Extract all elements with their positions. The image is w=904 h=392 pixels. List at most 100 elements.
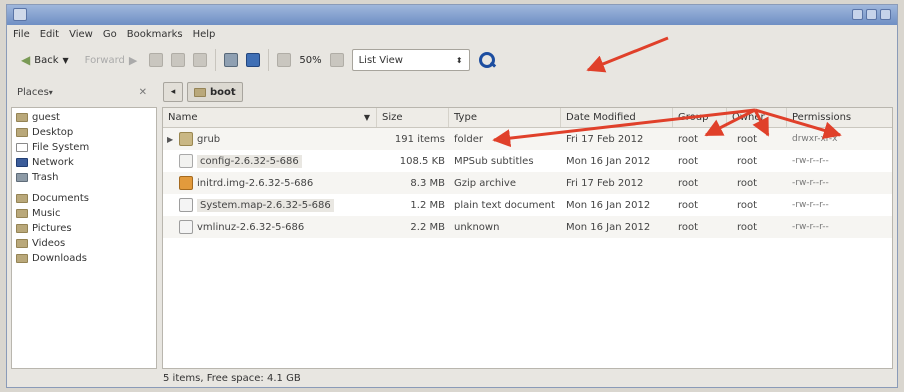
stop-icon[interactable] <box>171 53 186 67</box>
folder-icon <box>16 209 28 218</box>
column-header-date-modified[interactable]: Date Modified <box>561 108 673 127</box>
column-header-owner[interactable]: Owner <box>727 108 787 127</box>
table-row[interactable]: ▶ grub 191 items folder Fri 17 Feb 2012 r… <box>163 128 892 150</box>
folder-icon <box>16 194 28 203</box>
file-date: Mon 16 Jan 2012 <box>566 199 651 211</box>
table-row[interactable]: initrd.img-2.6.32-5-686 8.3 MB Gzip arch… <box>163 172 892 194</box>
file-name: System.map-2.6.32-5-686 <box>197 198 334 212</box>
file-owner: root <box>737 221 758 233</box>
text-file-icon <box>179 198 193 212</box>
sidebar-item-guest[interactable]: guest <box>12 110 156 125</box>
file-size: 2.2 MB <box>410 221 445 233</box>
file-permissions: -rw-r--r-- <box>792 222 829 232</box>
sidebar-item-videos[interactable]: Videos <box>12 236 156 251</box>
folder-icon <box>16 239 28 248</box>
back-button[interactable]: ◀ Back ▼ <box>17 49 73 71</box>
home-icon[interactable] <box>224 53 239 67</box>
file-permissions: drwxr-xr-x <box>792 134 838 144</box>
maximize-button[interactable] <box>866 9 877 20</box>
sidebar-item-downloads[interactable]: Downloads <box>12 251 156 266</box>
file-permissions: -rw-r--r-- <box>792 156 829 166</box>
file-permissions: -rw-r--r-- <box>792 200 829 210</box>
reload-icon[interactable] <box>193 53 208 67</box>
folder-icon <box>16 254 28 263</box>
table-row[interactable]: config-2.6.32-5-686 108.5 KB MPSub subti… <box>163 150 892 172</box>
desktop-folder-icon <box>16 128 28 137</box>
menu-edit[interactable]: Edit <box>40 29 59 40</box>
file-rows: ▶ grub 191 items folder Fri 17 Feb 2012 r… <box>163 128 892 238</box>
file-list: Name ▼ Size Type Date Modified Group Owne… <box>162 107 893 369</box>
places-sidebar: guest Desktop File System Network Trash … <box>11 107 157 369</box>
file-owner: root <box>737 133 758 145</box>
sidebar-item-network[interactable]: Network <box>12 155 156 170</box>
zoom-in-icon[interactable] <box>329 53 344 67</box>
file-size: 191 items <box>394 133 445 145</box>
file-name: initrd.img-2.6.32-5-686 <box>197 177 314 189</box>
sidebar-item-trash[interactable]: Trash <box>12 170 156 185</box>
binary-file-icon <box>179 220 193 234</box>
sidebar-item-desktop[interactable]: Desktop <box>12 125 156 140</box>
file-date: Fri 17 Feb 2012 <box>566 133 644 145</box>
expand-arrow-icon[interactable]: ▶ <box>167 135 175 144</box>
sort-arrow-icon: ▼ <box>363 113 370 122</box>
computer-icon[interactable] <box>246 53 261 67</box>
places-header[interactable]: Places▾ ✕ <box>7 87 155 98</box>
file-type: folder <box>454 133 484 145</box>
file-group: root <box>678 155 699 167</box>
chevron-down-icon: ▼ <box>62 55 69 65</box>
sidebar-item-file-system[interactable]: File System <box>12 140 156 155</box>
title-bar[interactable] <box>7 5 897 25</box>
file-size: 8.3 MB <box>410 177 445 189</box>
file-type: Gzip archive <box>454 177 517 189</box>
menu-help[interactable]: Help <box>193 29 216 40</box>
column-header-type[interactable]: Type <box>449 108 561 127</box>
spin-icon: ⬍ <box>455 55 463 65</box>
column-header-name[interactable]: Name ▼ <box>163 108 377 127</box>
breadcrumb: ◂ boot <box>155 82 243 102</box>
folder-icon <box>194 87 206 97</box>
drive-icon <box>16 143 28 152</box>
file-size: 1.2 MB <box>410 199 445 211</box>
file-name: vmlinuz-2.6.32-5-686 <box>197 221 305 233</box>
file-group: root <box>678 221 699 233</box>
table-row[interactable]: System.map-2.6.32-5-686 1.2 MB plain tex… <box>163 194 892 216</box>
back-arrow-icon: ◀ <box>21 53 31 67</box>
home-folder-icon <box>16 113 28 122</box>
forward-arrow-icon: ▶ <box>128 53 138 67</box>
menu-bookmarks[interactable]: Bookmarks <box>127 29 183 40</box>
archive-icon <box>179 176 193 190</box>
search-icon[interactable] <box>478 51 496 69</box>
file-name: grub <box>197 133 221 145</box>
folder-icon <box>179 132 193 146</box>
status-text: 5 items, Free space: 4.1 GB <box>163 372 301 384</box>
chevron-down-icon: ▾ <box>48 87 53 97</box>
up-icon[interactable] <box>149 53 164 67</box>
file-type: unknown <box>454 221 500 233</box>
file-type: MPSub subtitles <box>454 155 534 167</box>
column-header-permissions[interactable]: Permissions <box>787 108 892 127</box>
forward-button[interactable]: Forward ▶ <box>81 49 142 71</box>
minimize-button[interactable] <box>852 9 863 20</box>
file-name: config-2.6.32-5-686 <box>197 154 302 168</box>
sidebar-item-documents[interactable]: Documents <box>12 191 156 206</box>
table-row[interactable]: vmlinuz-2.6.32-5-686 2.2 MB unknown Mon … <box>163 216 892 238</box>
menu-bar: File Edit View Go Bookmarks Help <box>7 25 897 43</box>
column-header-group[interactable]: Group <box>673 108 727 127</box>
menu-go[interactable]: Go <box>103 29 117 40</box>
column-header-size[interactable]: Size <box>377 108 449 127</box>
sidebar-item-music[interactable]: Music <box>12 206 156 221</box>
sidebar-item-pictures[interactable]: Pictures <box>12 221 156 236</box>
toolbar: ◀ Back ▼ Forward ▶ 50% List View ⬍ <box>7 43 897 77</box>
column-headers: Name ▼ Size Type Date Modified Group Owne… <box>163 108 892 128</box>
close-button[interactable] <box>880 9 891 20</box>
breadcrumb-toggle-button[interactable]: ◂ <box>163 82 183 102</box>
file-owner: root <box>737 199 758 211</box>
file-group: root <box>678 133 699 145</box>
close-sidebar-icon[interactable]: ✕ <box>139 87 147 98</box>
status-bar: 5 items, Free space: 4.1 GB <box>7 369 897 387</box>
breadcrumb-item-boot[interactable]: boot <box>187 82 243 102</box>
view-mode-select[interactable]: List View ⬍ <box>351 49 470 71</box>
menu-view[interactable]: View <box>69 29 93 40</box>
menu-file[interactable]: File <box>13 29 30 40</box>
zoom-out-icon[interactable] <box>277 53 292 67</box>
